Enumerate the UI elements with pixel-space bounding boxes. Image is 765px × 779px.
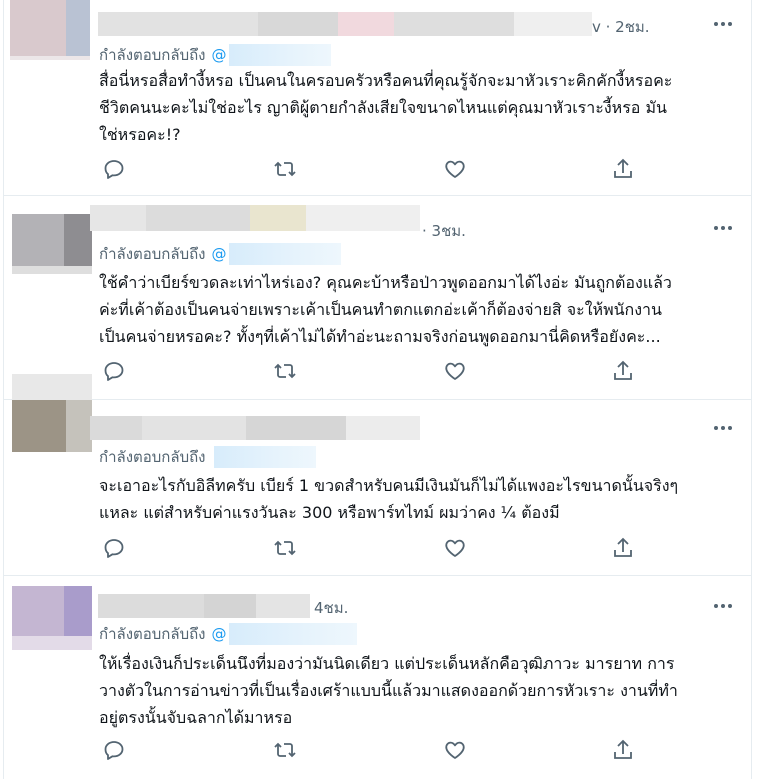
replying-to-label: กำลังตอบกลับถึง xyxy=(99,625,206,643)
tweet-text-line: ค่ะที่เค้าต้องเป็นคนจ่ายเพราะเค้าเป็นคนท… xyxy=(99,300,662,319)
retweet-icon[interactable] xyxy=(273,536,297,560)
avatar[interactable] xyxy=(12,374,92,478)
tweet-timestamp[interactable]: v · 2ชม. xyxy=(592,15,650,39)
mention-blurred[interactable] xyxy=(213,446,316,468)
tweet-3[interactable]: กำลังตอบกลับถึง จะเอาอะไรกับอิลีทครับ เบ… xyxy=(4,374,751,576)
reply-icon[interactable] xyxy=(102,157,126,181)
more-horizontal-icon[interactable] xyxy=(711,14,735,34)
tweet-text-line: วางตัวในการอ่านข่าวที่เป็นเรื่องเศร้าแบบ… xyxy=(99,681,678,700)
tweet-actions xyxy=(102,157,642,181)
share-icon[interactable] xyxy=(611,157,635,181)
replying-to: กำลังตอบกลับถึง @ xyxy=(99,242,341,266)
more-horizontal-icon[interactable] xyxy=(711,596,735,616)
replying-to: กำลังตอบกลับถึง @ xyxy=(99,43,331,67)
tweet-text-line: สื่อนี่หรอสื่อทำงี้หรอ เป็นคนในครอบครัวห… xyxy=(99,71,673,90)
reply-icon[interactable] xyxy=(102,536,126,560)
author-name-blurred[interactable] xyxy=(98,12,592,36)
heart-icon[interactable] xyxy=(443,536,467,560)
tweet-timestamp[interactable]: · 3ชม. xyxy=(422,219,466,243)
tweet-text: สื่อนี่หรอสื่อทำงี้หรอ เป็นคนในครอบครัวห… xyxy=(99,67,672,148)
retweet-icon[interactable] xyxy=(273,157,297,181)
retweet-icon[interactable] xyxy=(273,738,297,762)
tweet-text-line: เป็นคนจ่ายหรอคะ? ทั้งๆที่เค้าไม่ได้ทำอ่ะ… xyxy=(99,327,661,346)
mention-blurred[interactable] xyxy=(228,44,331,66)
replying-to-label: กำลังตอบกลับถึง xyxy=(99,46,206,64)
avatar[interactable] xyxy=(10,0,90,60)
tweet-1[interactable]: v · 2ชม. กำลังตอบกลับถึง @ สื่อนี่หรอสื่… xyxy=(4,0,751,196)
tweet-text-line: ใช้คำว่าเบียร์ขวดละเท่าไหร่เอง? คุณคะบ้า… xyxy=(99,273,672,292)
tweet-2[interactable]: · 3ชม. กำลังตอบกลับถึง @ ใช้คำว่าเบียร์ข… xyxy=(4,196,751,400)
share-icon[interactable] xyxy=(611,536,635,560)
mention-blurred[interactable] xyxy=(228,623,357,645)
author-name-blurred[interactable] xyxy=(90,205,420,231)
heart-icon[interactable] xyxy=(443,359,467,383)
tweet-text-line: แหละ แต่สำหรับค่าแรงวันละ 300 หรือพาร์ทไ… xyxy=(99,503,560,522)
tweet-timestamp[interactable]: 4ชม. xyxy=(314,596,348,620)
tweet-text: จะเอาอะไรกับอิลีทครับ เบียร์ 1 ขวดสำหรับ… xyxy=(99,472,678,526)
mention-at[interactable]: @ xyxy=(212,46,227,64)
share-icon[interactable] xyxy=(611,738,635,762)
reply-icon[interactable] xyxy=(102,738,126,762)
avatar[interactable] xyxy=(12,214,92,274)
tweet-actions xyxy=(102,359,642,383)
tweet-text-line: อยู่ตรงนั้นจับฉลากได้มาหรอ xyxy=(99,708,293,727)
author-name-blurred[interactable] xyxy=(90,416,420,440)
tweet-text: ให้เรื่องเงินก็ประเด็นนึงที่มองว่ามันนิด… xyxy=(99,650,678,731)
retweet-icon[interactable] xyxy=(273,359,297,383)
share-icon[interactable] xyxy=(611,359,635,383)
reply-icon[interactable] xyxy=(102,359,126,383)
tweet-4[interactable]: 4ชม. กำลังตอบกลับถึง @ ให้เรื่องเงินก็ปร… xyxy=(4,576,751,779)
tweet-text-line: ให้เรื่องเงินก็ประเด็นนึงที่มองว่ามันนิด… xyxy=(99,654,675,673)
mention-blurred[interactable] xyxy=(228,243,341,265)
tweet-text-line: ชีวิตคนนะคะไม่ใช่อะไร ญาติผู้ตายกำลังเสี… xyxy=(99,98,667,117)
tweet-text-line: ใช่หรอคะ!? xyxy=(99,125,181,144)
more-horizontal-icon[interactable] xyxy=(711,418,735,438)
tweet-text-line: จะเอาอะไรกับอิลีทครับ เบียร์ 1 ขวดสำหรับ… xyxy=(99,476,679,495)
tweet-text: ใช้คำว่าเบียร์ขวดละเท่าไหร่เอง? คุณคะบ้า… xyxy=(99,269,672,350)
heart-icon[interactable] xyxy=(443,738,467,762)
replying-to: กำลังตอบกลับถึง @ xyxy=(99,622,357,646)
author-name-blurred[interactable] xyxy=(98,594,310,618)
tweet-actions xyxy=(102,738,642,762)
mention-at[interactable]: @ xyxy=(212,625,227,643)
replying-to: กำลังตอบกลับถึง xyxy=(99,445,316,469)
heart-icon[interactable] xyxy=(443,157,467,181)
more-horizontal-icon[interactable] xyxy=(711,218,735,238)
replying-to-label: กำลังตอบกลับถึง xyxy=(99,245,206,263)
avatar[interactable] xyxy=(12,586,92,650)
tweet-actions xyxy=(102,536,642,560)
replying-to-label: กำลังตอบกลับถึง xyxy=(99,448,206,466)
mention-at[interactable]: @ xyxy=(212,245,227,263)
